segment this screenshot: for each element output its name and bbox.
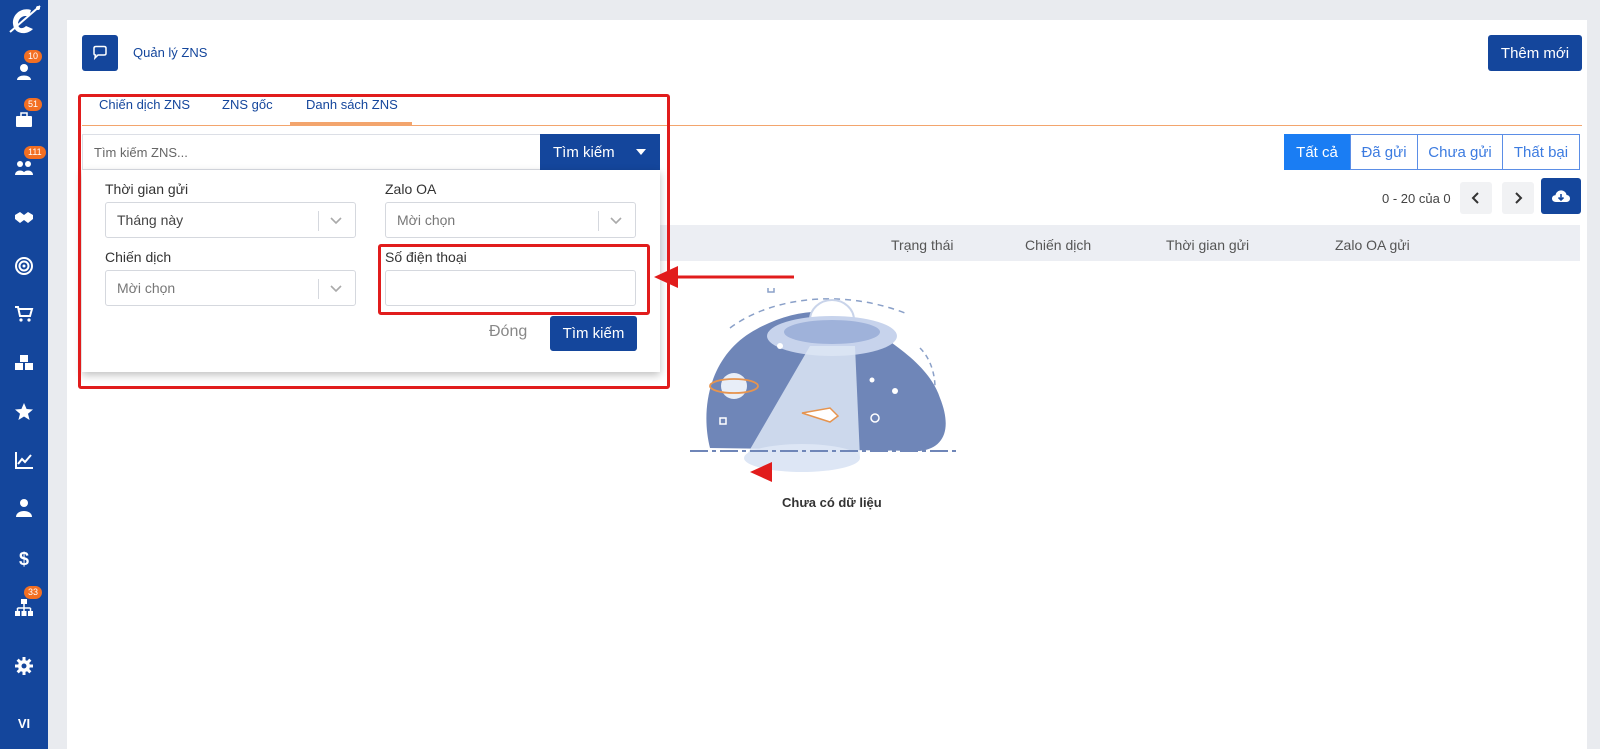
filter-failed[interactable]: Thất bại [1502,134,1580,170]
sidebar-item-users[interactable]: 10 [0,50,48,88]
sidebar-item-cart[interactable] [0,298,48,330]
sidebar-item-settings[interactable] [0,650,48,682]
sitemap-icon [15,599,33,616]
logo-icon [9,5,41,34]
cloud-download-icon [1552,190,1570,202]
chevron-left-icon [1471,192,1479,204]
annotation-arrow-left-icon [654,266,794,288]
column-zalo-oa: Zalo OA gửi [1335,237,1410,253]
language-switcher[interactable]: VI [0,716,48,731]
filter-sent[interactable]: Đã gửi [1350,134,1418,170]
user-tie-icon [16,499,32,517]
groups-badge: 111 [24,146,46,159]
chevron-right-icon [1515,192,1523,204]
pagination-info: 0 - 20 của 0 [1382,191,1451,206]
filter-not-sent[interactable]: Chưa gửi [1417,134,1503,170]
filter-all[interactable]: Tất cả [1284,134,1350,170]
app-logo[interactable] [0,0,48,44]
briefcase-badge: 51 [24,98,43,111]
sidebar-item-products[interactable] [0,347,48,379]
sidebar-item-reports[interactable] [0,444,48,476]
organization-badge: 33 [24,586,43,599]
cart-icon [15,306,34,322]
user-icon [17,64,31,80]
page-title: Quản lý ZNS [133,45,208,60]
briefcase-icon [16,112,32,127]
next-page-button[interactable] [1502,182,1534,214]
chat-icon [93,45,107,61]
prev-page-button[interactable] [1460,182,1492,214]
sidebar: 10 51 111 $ 33 VI [0,0,48,749]
dollar-icon: $ [19,549,29,568]
add-new-button[interactable]: Thêm mới [1488,35,1582,71]
sidebar-item-target[interactable] [0,250,48,282]
sidebar-item-favorites[interactable] [0,396,48,428]
sidebar-item-staff[interactable] [0,492,48,524]
column-status: Trạng thái [891,237,954,253]
sidebar-item-deals[interactable] [0,201,48,233]
empty-state-text: Chưa có dữ liệu [782,495,882,510]
download-button[interactable] [1541,178,1581,214]
handshake-icon [15,212,33,223]
annotation-box-phone [378,244,650,315]
sidebar-item-groups[interactable]: 111 [0,146,48,184]
target-icon [15,257,33,275]
sidebar-item-organization[interactable]: 33 [0,586,48,624]
zns-icon-button[interactable] [82,35,118,71]
sidebar-item-finance[interactable]: $ [0,542,48,574]
column-campaign: Chiến dịch [1025,237,1092,253]
cubes-icon [15,355,33,370]
sidebar-item-briefcase[interactable]: 51 [0,98,48,136]
annotation-pointer-icon [750,462,772,482]
svg-text:$: $ [19,549,29,568]
users-badge: 10 [24,50,43,63]
column-send-time: Thời gian gửi [1166,237,1250,253]
star-icon [15,403,33,420]
chart-line-icon [15,452,33,469]
empty-state-illustration [690,288,960,472]
gear-icon [15,657,33,675]
annotation-box-filter [78,94,670,389]
users-group-icon [15,161,33,175]
